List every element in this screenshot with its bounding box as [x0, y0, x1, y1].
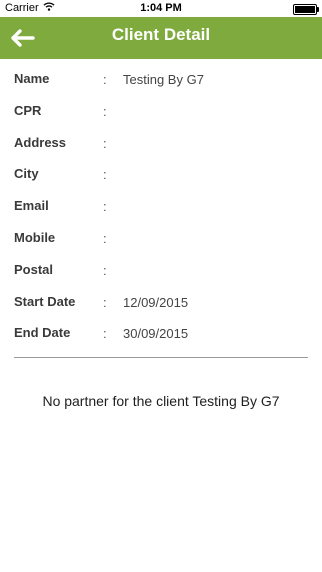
- no-partner-message: No partner for the client Testing By G7: [42, 393, 280, 409]
- detail-separator: :: [103, 167, 107, 183]
- client-details-list: Name : Testing By G7 CPR : Address : Cit…: [14, 64, 308, 350]
- detail-row-address: Address :: [14, 128, 308, 160]
- detail-label: Mobile: [14, 229, 56, 245]
- detail-label: Email: [14, 198, 49, 214]
- detail-separator: :: [103, 199, 107, 215]
- detail-row-cpr: CPR :: [14, 96, 308, 128]
- page-title: Client Detail: [111, 25, 211, 44]
- back-button[interactable]: [6, 25, 38, 51]
- detail-label: CPR: [14, 102, 42, 118]
- navigation-bar: Client Detail: [0, 17, 322, 59]
- section-divider: [14, 357, 308, 358]
- detail-row-name: Name : Testing By G7: [14, 64, 308, 96]
- status-bar: Carrier 1:04 PM: [0, 0, 322, 17]
- detail-label: Start Date: [14, 293, 76, 309]
- detail-label: Postal: [14, 261, 54, 277]
- detail-separator: :: [103, 103, 107, 119]
- detail-value: Testing By G7: [123, 72, 204, 87]
- status-time: 1:04 PM: [140, 2, 182, 14]
- detail-separator: :: [103, 230, 107, 246]
- battery-icon: [293, 4, 319, 15]
- detail-label: Address: [14, 134, 67, 150]
- back-arrow-icon: [11, 29, 35, 47]
- detail-row-postal: Postal :: [14, 255, 308, 287]
- detail-row-mobile: Mobile :: [14, 223, 308, 255]
- detail-row-start-date: Start Date : 12/09/2015: [14, 287, 308, 319]
- detail-row-end-date: End Date : 30/09/2015: [14, 318, 308, 350]
- detail-label: City: [14, 166, 39, 182]
- detail-separator: :: [103, 294, 107, 310]
- detail-label: End Date: [14, 325, 71, 341]
- detail-separator: :: [103, 72, 107, 87]
- detail-separator: :: [103, 262, 107, 278]
- detail-separator: :: [103, 326, 107, 342]
- detail-row-city: City :: [14, 159, 308, 191]
- detail-label: Name: [14, 71, 50, 86]
- detail-value: 12/09/2015: [123, 294, 189, 310]
- detail-value: 30/09/2015: [123, 326, 189, 342]
- detail-separator: :: [103, 135, 107, 151]
- detail-row-email: Email :: [14, 191, 308, 223]
